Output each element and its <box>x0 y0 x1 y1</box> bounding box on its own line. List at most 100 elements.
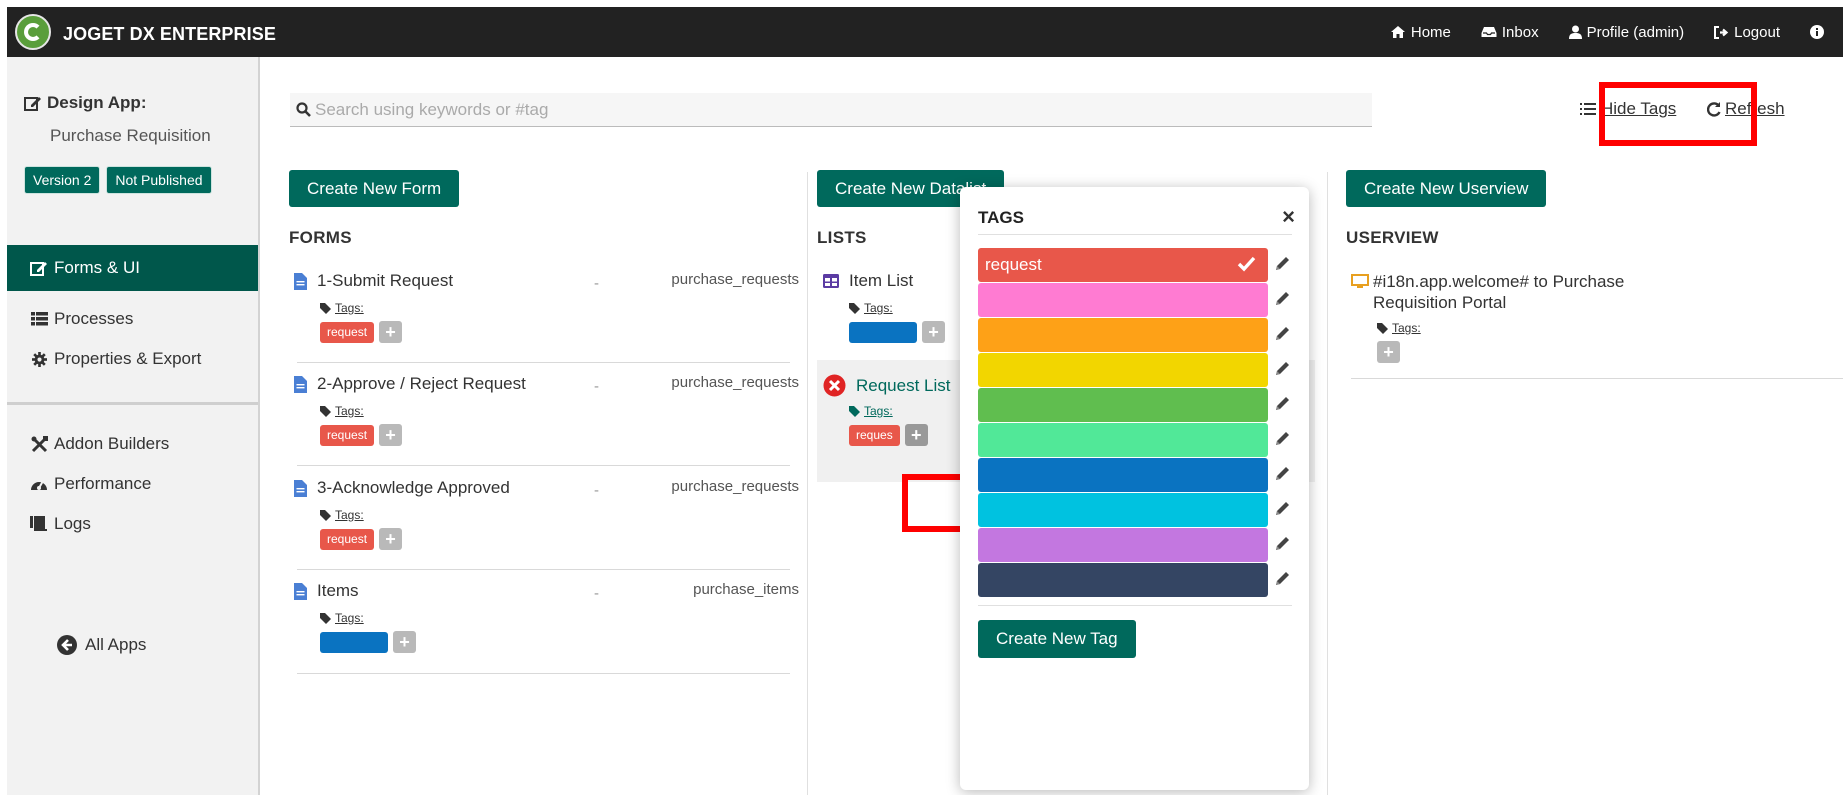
tag-option[interactable] <box>978 458 1268 492</box>
popup-divider <box>978 605 1292 606</box>
add-tag-button[interactable]: + <box>379 424 403 446</box>
nav-home[interactable]: Home <box>1390 24 1451 41</box>
file-icon <box>294 479 307 497</box>
tags-icon <box>320 405 333 417</box>
form-title[interactable]: Items <box>317 581 359 601</box>
pencil-icon[interactable] <box>1274 325 1291 342</box>
tag-chip[interactable] <box>320 631 388 653</box>
userview-title-line1[interactable]: #i18n.app.welcome# to Purchase <box>1373 271 1624 292</box>
tag-chip[interactable]: request <box>320 321 375 343</box>
tags-label[interactable]: Tags: <box>320 611 364 625</box>
info-icon <box>1810 25 1824 39</box>
tag-option-request[interactable]: request <box>978 248 1268 282</box>
row-dash: - <box>594 482 599 499</box>
table-icon <box>823 274 839 288</box>
tag-row: + <box>849 321 945 343</box>
sidebar-divider <box>7 402 258 405</box>
tags-icon <box>320 612 333 624</box>
edit-icon <box>24 95 42 112</box>
add-tag-button[interactable]: + <box>393 631 416 653</box>
check-icon <box>1236 253 1256 278</box>
tags-popup-title: TAGS <box>978 208 1024 227</box>
pencil-icon[interactable] <box>1274 570 1291 587</box>
add-tag-button[interactable]: + <box>922 321 945 343</box>
lists-heading: LISTS <box>817 228 867 247</box>
tag-chip[interactable]: request <box>320 528 375 550</box>
add-tag-button[interactable]: + <box>379 528 403 550</box>
list-icon <box>1580 103 1596 115</box>
sidebar-item-processes[interactable]: Processes <box>30 309 133 329</box>
list-title[interactable]: Item List <box>849 271 913 291</box>
top-bar: JOGET DX ENTERPRISE Home Inbox Profile (… <box>7 7 1843 57</box>
search-input[interactable] <box>315 99 1355 120</box>
pencil-icon[interactable] <box>1274 255 1291 272</box>
form-table-name: purchase_items <box>693 581 799 598</box>
brand-title: JOGET DX ENTERPRISE <box>63 24 276 44</box>
nav-inbox[interactable]: Inbox <box>1481 24 1539 41</box>
tags-icon <box>1377 322 1390 334</box>
add-tag-button[interactable]: + <box>379 321 403 343</box>
app-badges: Version 2 Not Published <box>24 166 218 194</box>
close-icon[interactable]: × <box>1282 204 1295 230</box>
tag-chip[interactable] <box>849 321 917 343</box>
tag-chip[interactable]: reques <box>849 424 900 446</box>
tags-label[interactable]: Tags: <box>1377 321 1421 335</box>
create-new-tag-button[interactable]: Create New Tag <box>978 620 1136 658</box>
tags-label[interactable]: Tags: <box>849 404 893 418</box>
tags-label[interactable]: Tags: <box>320 404 364 418</box>
form-title[interactable]: 1-Submit Request <box>317 271 453 291</box>
nav-logout[interactable]: Logout <box>1714 24 1780 41</box>
pencil-icon[interactable] <box>1274 395 1291 412</box>
user-icon <box>1568 25 1582 39</box>
pencil-icon[interactable] <box>1274 360 1291 377</box>
tag-option[interactable] <box>978 528 1268 562</box>
row-divider <box>297 465 790 466</box>
tag-option[interactable] <box>978 318 1268 352</box>
form-title[interactable]: 2-Approve / Reject Request <box>317 374 526 394</box>
sidebar-item-forms-ui[interactable]: Forms & UI <box>7 245 258 291</box>
sidebar-item-label: Performance <box>54 474 152 493</box>
tag-option[interactable] <box>978 493 1268 527</box>
add-tag-button[interactable]: + <box>904 424 928 446</box>
sidebar-item-properties-export[interactable]: Properties & Export <box>30 349 201 369</box>
tag-option[interactable] <box>978 563 1268 597</box>
design-app-label: Design App: <box>47 93 147 112</box>
sidebar-item-performance[interactable]: Performance <box>30 474 151 494</box>
pencil-icon[interactable] <box>1274 500 1291 517</box>
app-window: JOGET DX ENTERPRISE Home Inbox Profile (… <box>7 7 1843 795</box>
userview-row[interactable]: #i18n.app.welcome# to Purchase Requisiti… <box>1351 271 1751 371</box>
tags-label[interactable]: Tags: <box>849 301 893 315</box>
tag-chip[interactable]: request <box>320 424 375 446</box>
sidebar-item-addon-builders[interactable]: Addon Builders <box>30 434 169 454</box>
create-new-form-button[interactable]: Create New Form <box>289 170 460 207</box>
version-badge[interactable]: Version 2 <box>24 166 101 194</box>
publish-status-badge[interactable]: Not Published <box>106 166 212 194</box>
inbox-icon <box>1481 26 1497 38</box>
list-icon <box>30 312 48 326</box>
sidebar-item-logs[interactable]: Logs <box>30 514 91 534</box>
all-apps-link[interactable]: All Apps <box>57 635 146 655</box>
userview-title-line2[interactable]: Requisition Portal <box>1373 292 1624 313</box>
tags-label[interactable]: Tags: <box>320 301 364 315</box>
tag-option[interactable] <box>978 388 1268 422</box>
nav-logout-label: Logout <box>1734 23 1780 41</box>
create-new-userview-button[interactable]: Create New Userview <box>1346 170 1547 207</box>
joget-logo[interactable] <box>15 14 51 50</box>
tools-icon <box>30 435 48 453</box>
pencil-icon[interactable] <box>1274 535 1291 552</box>
form-title[interactable]: 3-Acknowledge Approved <box>317 478 510 498</box>
tag-option[interactable] <box>978 423 1268 457</box>
sidebar: Design App: Purchase Requisition Version… <box>7 57 260 795</box>
tag-option[interactable] <box>978 283 1268 317</box>
info-button[interactable] <box>1810 25 1829 39</box>
pencil-icon[interactable] <box>1274 430 1291 447</box>
logout-icon <box>1714 25 1729 39</box>
list-title[interactable]: Request List <box>856 376 951 396</box>
monitor-icon <box>1351 274 1369 289</box>
nav-profile[interactable]: Profile (admin) <box>1568 24 1684 41</box>
pencil-icon[interactable] <box>1274 465 1291 482</box>
add-tag-button[interactable]: + <box>1377 341 1400 363</box>
tag-option[interactable] <box>978 353 1268 387</box>
pencil-icon[interactable] <box>1274 290 1291 307</box>
tags-label[interactable]: Tags: <box>320 508 364 522</box>
